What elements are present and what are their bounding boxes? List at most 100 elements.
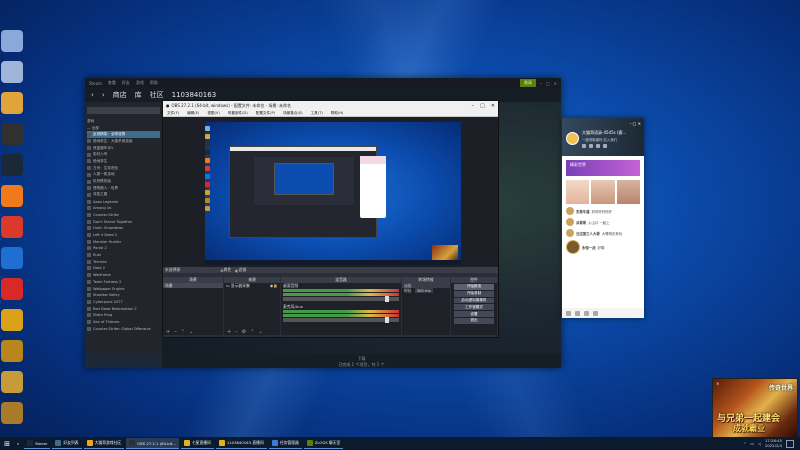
taskbar-app-button[interactable]: 七星直播间 [180, 438, 214, 449]
control-button[interactable]: 开始推流 [454, 284, 494, 290]
move-down-icon[interactable]: ⌄ [189, 329, 193, 335]
obs-menu-item[interactable]: 场景集合(S) [283, 111, 302, 116]
photo-thumb[interactable] [566, 180, 590, 204]
library-game-item[interactable]: Sea of Thieves [87, 319, 160, 326]
taskbar-app-button[interactable]: 大猫哥游戏社区 [83, 438, 125, 449]
library-game-item[interactable]: 绝地求生 [87, 158, 160, 165]
library-game-item[interactable]: 怪物猎人：世界 [87, 185, 160, 192]
steam-icon[interactable] [1, 154, 23, 176]
close-icon[interactable]: ✕ [491, 103, 495, 109]
qq-banner[interactable]: 精彩世界 [566, 160, 640, 176]
app-blue-icon[interactable] [1, 247, 23, 269]
forward-icon[interactable]: › [102, 91, 105, 99]
library-game-item[interactable]: Among Us [87, 205, 160, 212]
game-ad-popup[interactable]: × 传奇世界 与兄弟一起建会 成就霸业 [712, 378, 798, 438]
library-game-item[interactable]: Apex Legends [87, 198, 160, 205]
library-section[interactable]: — 全部 [87, 125, 160, 132]
library-game-item[interactable]: 侠盗猎车手V [87, 145, 160, 152]
move-up-icon[interactable]: ⌃ [250, 329, 254, 335]
avatar[interactable] [566, 240, 580, 254]
add-icon[interactable]: + [227, 329, 231, 335]
photo-thumb[interactable] [616, 180, 640, 204]
obs-menu-item[interactable]: 帮助(H) [331, 111, 344, 116]
search-icon[interactable]: ⌕ [14, 438, 22, 449]
steam-menu-help[interactable]: 帮助 [150, 80, 158, 86]
control-button[interactable]: 开始录制 [454, 290, 494, 297]
avatar[interactable] [566, 229, 574, 237]
avatar[interactable] [566, 218, 574, 226]
library-game-item[interactable]: 饥荒联机版 [87, 178, 160, 185]
game-app-3-icon[interactable] [1, 402, 23, 424]
library-search-input[interactable] [87, 107, 160, 114]
control-button[interactable]: 设置 [454, 311, 494, 317]
library-game-item[interactable]: Cyberpunk 2077 [87, 299, 160, 306]
share-icon[interactable] [596, 144, 600, 148]
control-button[interactable]: 启动虚拟摄像机 [454, 297, 494, 304]
obs-window[interactable]: ● OBS 27.2.1 (64-bit, windows) - 配置文件: 未… [162, 100, 499, 338]
nav-library[interactable]: 库 [135, 90, 142, 100]
gear-icon[interactable]: ⚙ [242, 329, 246, 335]
library-game-item[interactable]: 流放之路 [87, 192, 160, 199]
library-game-item[interactable]: 彩虹六号 [87, 151, 160, 158]
move-up-icon[interactable]: ⌃ [181, 329, 185, 335]
obs-menu-item[interactable]: 文件(F) [167, 111, 179, 116]
minimize-icon[interactable]: – [540, 81, 542, 86]
recycle-bin-icon[interactable] [1, 30, 23, 52]
control-button[interactable]: 退出 [454, 317, 494, 324]
library-game-item[interactable]: Hunt: Showdown [87, 225, 160, 232]
properties-button[interactable]: 属性 [224, 267, 232, 273]
chrome-icon[interactable] [1, 92, 23, 114]
windows-start-icon[interactable]: ⊞ [2, 439, 12, 449]
library-game-item[interactable]: Counter-Strike: Global Offensive [87, 325, 160, 332]
obs-icon[interactable] [1, 123, 23, 145]
obs-menu-item[interactable]: 停靠部件(D) [228, 111, 248, 116]
library-game-item[interactable]: Terraria [87, 258, 160, 265]
photo-thumb[interactable] [591, 180, 615, 204]
library-game-item[interactable]: 人类一败涂地 [87, 172, 160, 179]
steam-menu-friends[interactable]: 好友 [122, 80, 130, 86]
window-controls[interactable]: – □ ✕ [629, 121, 641, 126]
obs-menu-item[interactable]: 视图(V) [207, 111, 219, 116]
app-orange-icon[interactable] [1, 185, 23, 207]
nav-store[interactable]: 商店 [113, 90, 127, 100]
scene-item[interactable]: 场景 [163, 283, 223, 288]
game-app-2-icon[interactable] [1, 371, 23, 393]
library-game-item[interactable]: Elden Ring [87, 312, 160, 319]
network-icon[interactable]: ▭ [750, 441, 754, 446]
volume-icon[interactable]: ◁ [758, 441, 761, 446]
volume-slider[interactable] [283, 317, 399, 323]
taskbar-app-button[interactable]: Steam [24, 438, 51, 449]
obs-menu-item[interactable]: 编辑(E) [187, 111, 199, 116]
library-game-item[interactable]: Rust [87, 252, 160, 259]
gift-icon[interactable] [593, 310, 598, 316]
library-game-item[interactable]: Dota 2 [87, 265, 160, 272]
transition-duration-input[interactable]: 300 ms [414, 288, 433, 293]
library-game-item[interactable]: 反恐精英：全球攻势 [87, 131, 160, 139]
library-game-item[interactable]: Monster Hunter [87, 238, 160, 245]
library-game-item[interactable]: Warframe [87, 272, 160, 279]
move-down-icon[interactable]: ⌄ [258, 329, 262, 335]
taskbar-app-button[interactable]: 1103840163-直播间 [215, 438, 267, 449]
library-game-item[interactable]: Portal 2 [87, 245, 160, 252]
filters-button[interactable]: 滤镜 [239, 267, 247, 273]
tray-chevron-icon[interactable]: ^ [743, 441, 746, 446]
steam-download-bar[interactable]: 下载 已完成 1 个项目，共 1 个 [162, 354, 561, 368]
library-game-item[interactable]: Stardew Valley [87, 292, 160, 299]
app-yellow-icon[interactable] [1, 309, 23, 331]
close-icon[interactable]: ✕ [554, 81, 557, 86]
library-game-item[interactable]: Team Fortress 2 [87, 279, 160, 286]
library-game-item[interactable]: Counter-Strike [87, 212, 160, 219]
nav-community[interactable]: 社区 [150, 90, 164, 100]
qq-chat-window[interactable]: 大猫哥语录-4545s (客... 一键领取福利 加入我们 – □ ✕ 精彩世界… [562, 118, 644, 318]
steam-invite-button[interactable]: 邀请 [519, 79, 536, 87]
back-icon[interactable]: ‹ [91, 91, 94, 99]
add-icon[interactable]: + [166, 329, 170, 335]
clock[interactable]: 17:26:45 2022/2/4 [765, 438, 782, 448]
close-icon[interactable]: × [716, 381, 719, 386]
obs-menu-item[interactable]: 配置文件(P) [256, 111, 275, 116]
maximize-icon[interactable]: □ [480, 103, 485, 109]
library-game-item[interactable]: 绝地求生：大逃杀竞技版 [87, 138, 160, 145]
file-icon[interactable] [584, 310, 589, 316]
avatar[interactable] [566, 132, 579, 145]
lock-icon[interactable]: 🔒 [273, 283, 278, 288]
